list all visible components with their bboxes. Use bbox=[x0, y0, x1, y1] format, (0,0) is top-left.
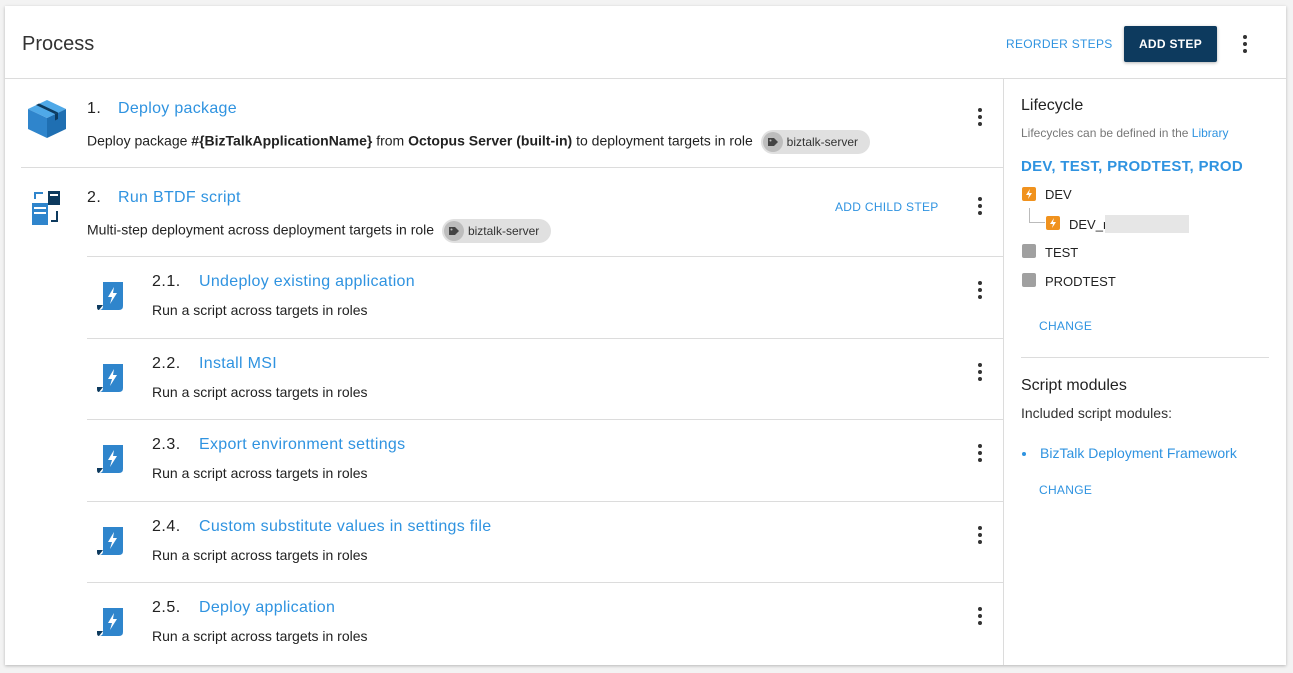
add-step-button[interactable]: ADD STEP bbox=[1124, 26, 1217, 62]
role-label: biztalk-server bbox=[786, 135, 859, 149]
step-menu-icon[interactable] bbox=[970, 278, 990, 302]
env-active-icon bbox=[1046, 216, 1060, 230]
divider bbox=[87, 338, 1004, 339]
desc-variable: #{BizTalkApplicationName} bbox=[191, 132, 373, 149]
step-number: 2.1. bbox=[152, 273, 181, 290]
step-title-deploy-package[interactable]: Deploy package bbox=[118, 100, 237, 118]
divider bbox=[87, 256, 1004, 257]
role-chip: biztalk-server bbox=[760, 130, 871, 154]
more-options-icon[interactable] bbox=[1235, 32, 1255, 56]
env-dev-sub: DEV_r bbox=[1069, 217, 1108, 232]
tree-line bbox=[1029, 208, 1030, 222]
tree-line bbox=[1029, 222, 1045, 223]
step-title-export-settings[interactable]: Export environment settings bbox=[199, 436, 405, 454]
lifecycle-hint: Lifecycles can be defined in the Library bbox=[1021, 126, 1228, 140]
step-menu-icon[interactable] bbox=[970, 604, 990, 628]
divider bbox=[87, 582, 1004, 583]
step-menu-icon[interactable] bbox=[970, 360, 990, 384]
add-child-step-button[interactable]: ADD CHILD STEP bbox=[835, 200, 939, 214]
lifecycle-heading: Lifecycle bbox=[1021, 97, 1084, 114]
hint-text: Lifecycles can be defined in the bbox=[1021, 126, 1192, 140]
divider bbox=[21, 167, 1004, 168]
role-label: biztalk-server bbox=[467, 224, 540, 238]
step-number: 2.3. bbox=[152, 436, 181, 453]
redacted-block bbox=[1105, 215, 1189, 233]
step-title-run-btdf-script[interactable]: Run BTDF script bbox=[118, 189, 241, 207]
tag-icon bbox=[762, 132, 783, 152]
desc-text: Deploy package bbox=[87, 132, 192, 149]
tag-icon bbox=[443, 221, 464, 241]
step-description: Run a script across targets in roles bbox=[152, 384, 368, 400]
step-description: Multi-step deployment across deployment … bbox=[87, 219, 552, 243]
step-description: Run a script across targets in roles bbox=[152, 628, 368, 644]
env-test: TEST bbox=[1045, 245, 1079, 260]
divider bbox=[1021, 357, 1269, 358]
step-number: 2. bbox=[87, 189, 102, 206]
multi-step-icon bbox=[32, 191, 60, 225]
step-menu-icon[interactable] bbox=[970, 441, 990, 465]
step-menu-icon[interactable] bbox=[970, 105, 990, 129]
process-card: Process REORDER STEPS ADD STEP 1. Deploy… bbox=[5, 6, 1286, 665]
script-modules-heading: Script modules bbox=[1021, 377, 1127, 394]
desc-text: Multi-step deployment across deployment … bbox=[87, 221, 435, 238]
change-script-modules-button[interactable]: CHANGE bbox=[1039, 483, 1092, 497]
lifecycle-name-link[interactable]: DEV, TEST, PRODTEST, PROD bbox=[1021, 158, 1243, 175]
step-menu-icon[interactable] bbox=[970, 194, 990, 218]
step-description: Run a script across targets in roles bbox=[152, 465, 368, 481]
desc-text: to deployment targets in role bbox=[572, 132, 753, 149]
env-dev: DEV bbox=[1045, 187, 1072, 202]
script-module-link[interactable]: BizTalk Deployment Framework bbox=[1040, 445, 1237, 461]
reorder-steps-button[interactable]: REORDER STEPS bbox=[1006, 37, 1113, 51]
bullet bbox=[1022, 452, 1026, 456]
step-menu-icon[interactable] bbox=[970, 523, 990, 547]
desc-server: Octopus Server (built-in) bbox=[408, 132, 573, 149]
divider bbox=[87, 501, 1004, 502]
change-lifecycle-button[interactable]: CHANGE bbox=[1039, 319, 1092, 333]
step-title-undeploy[interactable]: Undeploy existing application bbox=[199, 273, 415, 291]
library-link[interactable]: Library bbox=[1192, 126, 1229, 140]
env-inactive-icon bbox=[1022, 273, 1036, 287]
divider bbox=[87, 419, 1004, 420]
package-icon bbox=[28, 100, 66, 138]
step-number: 2.5. bbox=[152, 599, 181, 616]
steps-list: 1. Deploy package Deploy package #{BizTa… bbox=[5, 79, 1004, 665]
step-title-custom-substitute[interactable]: Custom substitute values in settings fil… bbox=[199, 518, 491, 536]
env-inactive-icon bbox=[1022, 244, 1036, 258]
script-icon bbox=[97, 608, 123, 636]
step-title-deploy-application[interactable]: Deploy application bbox=[199, 599, 335, 617]
script-icon bbox=[97, 282, 123, 310]
step-number: 2.4. bbox=[152, 518, 181, 535]
sidebar: Lifecycle Lifecycles can be defined in t… bbox=[1005, 79, 1286, 665]
step-title-install-msi[interactable]: Install MSI bbox=[199, 355, 277, 373]
step-description: Deploy package #{BizTalkApplicationName}… bbox=[87, 130, 871, 154]
env-prodtest: PRODTEST bbox=[1045, 274, 1116, 289]
script-modules-hint: Included script modules: bbox=[1021, 405, 1172, 421]
step-description: Run a script across targets in roles bbox=[152, 302, 368, 318]
script-icon bbox=[97, 364, 123, 392]
script-icon bbox=[97, 445, 123, 473]
step-number: 2.2. bbox=[152, 355, 181, 372]
script-icon bbox=[97, 527, 123, 555]
env-active-icon bbox=[1022, 187, 1036, 201]
step-number: 1. bbox=[87, 100, 102, 117]
step-description: Run a script across targets in roles bbox=[152, 547, 368, 563]
desc-text: from bbox=[372, 132, 409, 149]
role-chip: biztalk-server bbox=[441, 219, 552, 243]
page-title: Process bbox=[22, 33, 95, 55]
process-header: Process REORDER STEPS ADD STEP bbox=[5, 6, 1286, 79]
